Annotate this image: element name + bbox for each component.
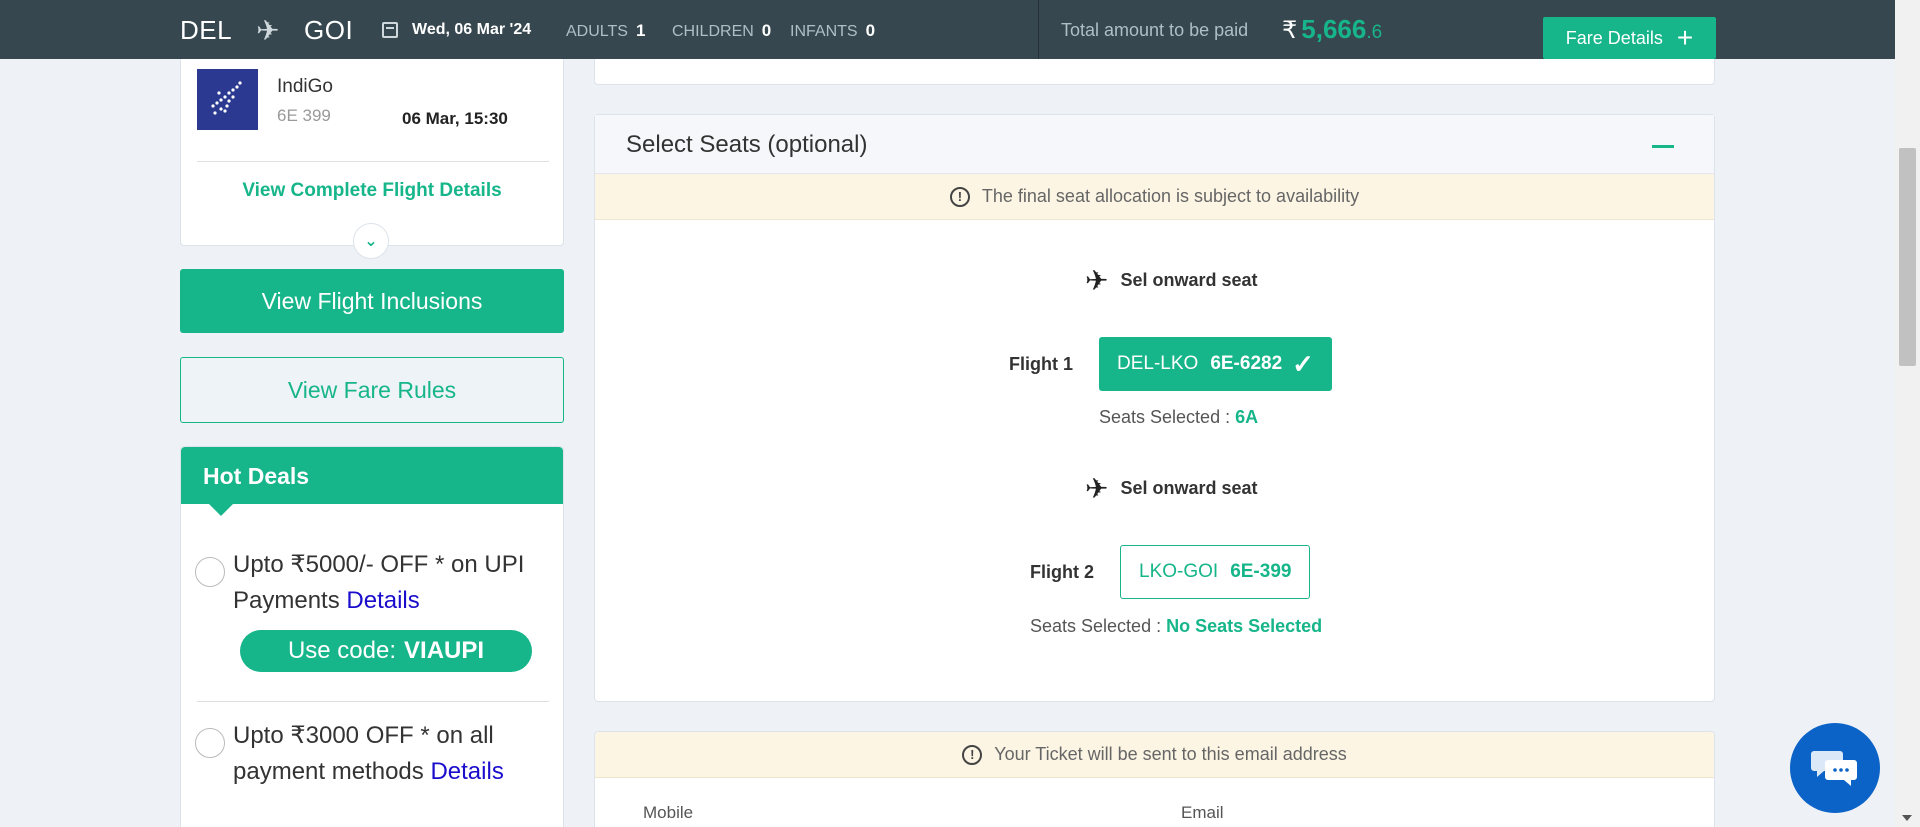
indigo-logo: [197, 69, 258, 130]
view-flight-inclusions-button[interactable]: View Flight Inclusions: [180, 269, 564, 333]
select-seats-title: Select Seats (optional): [626, 131, 868, 158]
chat-icon: [1811, 751, 1857, 786]
segment-heading: ✈ Sel onward seat: [1085, 473, 1258, 504]
select-seats-header[interactable]: Select Seats (optional): [595, 115, 1714, 174]
flight-2-seat-button[interactable]: LKO-GOI 6E-399: [1120, 545, 1311, 599]
origin-code: DEL: [180, 15, 233, 45]
email-label: Email: [1181, 803, 1224, 822]
view-complete-flight-details-link[interactable]: View Complete Flight Details: [181, 180, 563, 202]
route: DEL ✈ GOI: [180, 14, 353, 47]
infants-count: INFANTS 0: [790, 21, 876, 40]
collapse-icon[interactable]: [1652, 145, 1674, 148]
plane-icon: ✈: [1085, 473, 1109, 504]
deal-radio[interactable]: [195, 557, 225, 587]
header-divider: [1038, 0, 1039, 59]
plane-icon: ✈: [1085, 265, 1109, 296]
deal-radio[interactable]: [195, 728, 225, 758]
adults-count: ADULTS 1: [566, 21, 646, 40]
contact-details-panel: ! Your Ticket will be sent to this email…: [594, 731, 1715, 827]
airline-name: IndiGo: [277, 76, 333, 97]
hot-deals-title: Hot Deals: [181, 447, 563, 516]
travel-date: Wed, 06 Mar '24: [382, 21, 531, 39]
flight-summary-card: IndiGo 6E 399 06 Mar, 15:30 View Complet…: [180, 59, 564, 259]
calendar-icon: [382, 22, 398, 38]
page-scrollbar[interactable]: [1895, 0, 1920, 827]
view-fare-rules-button[interactable]: View Fare Rules: [180, 357, 564, 423]
chat-button[interactable]: [1790, 723, 1880, 813]
info-icon: !: [962, 744, 983, 765]
fare-details-button[interactable]: Fare Details +: [1543, 17, 1716, 59]
deal-details-link[interactable]: Details: [346, 587, 419, 614]
flight-2-label: Flight 2: [1030, 562, 1094, 582]
destination-code: GOI: [304, 15, 354, 45]
flight-1-seat-button[interactable]: DEL-LKO 6E-6282 ✓: [1099, 337, 1332, 391]
flight-number: 6E 399: [277, 106, 331, 125]
select-seats-panel: Select Seats (optional) ! The final seat…: [594, 114, 1715, 702]
plus-icon: +: [1676, 22, 1694, 53]
scroll-down-arrow-icon[interactable]: [1902, 815, 1912, 821]
info-icon: !: [949, 186, 970, 207]
scrollbar-thumb[interactable]: [1899, 148, 1916, 366]
hot-deals-panel: Hot Deals Upto ₹5000/- OFF * on UPI Paym…: [180, 446, 564, 827]
seat-allocation-notice: ! The final seat allocation is subject t…: [595, 174, 1714, 220]
departure-time: 06 Mar, 15:30: [402, 109, 508, 128]
chevron-down-icon[interactable]: ⌄: [353, 223, 389, 259]
total-label: Total amount to be paid: [1061, 20, 1249, 40]
flight-2-seats-selected: Seats Selected : No Seats Selected: [1030, 616, 1323, 636]
deal-details-link[interactable]: Details: [430, 758, 503, 785]
segment-heading: ✈ Sel onward seat: [1085, 265, 1258, 296]
flight-1-seats-selected: Seats Selected : 6A: [1099, 407, 1259, 427]
flight-1-label: Flight 1: [1009, 354, 1073, 374]
mobile-label: Mobile: [643, 803, 694, 822]
previous-panel: [594, 59, 1715, 85]
total-amount: ₹5,666.6: [1282, 14, 1383, 44]
email-notice: ! Your Ticket will be sent to this email…: [595, 732, 1714, 778]
checkmark-icon: ✓: [1292, 348, 1314, 379]
divider: [197, 161, 549, 162]
divider: [197, 701, 549, 702]
date-text: Wed, 06 Mar '24: [412, 21, 532, 38]
plane-icon: ✈: [256, 15, 281, 46]
children-count: CHILDREN 0: [672, 21, 772, 40]
coupon-code-badge: Use code: VIAUPI: [240, 630, 532, 672]
